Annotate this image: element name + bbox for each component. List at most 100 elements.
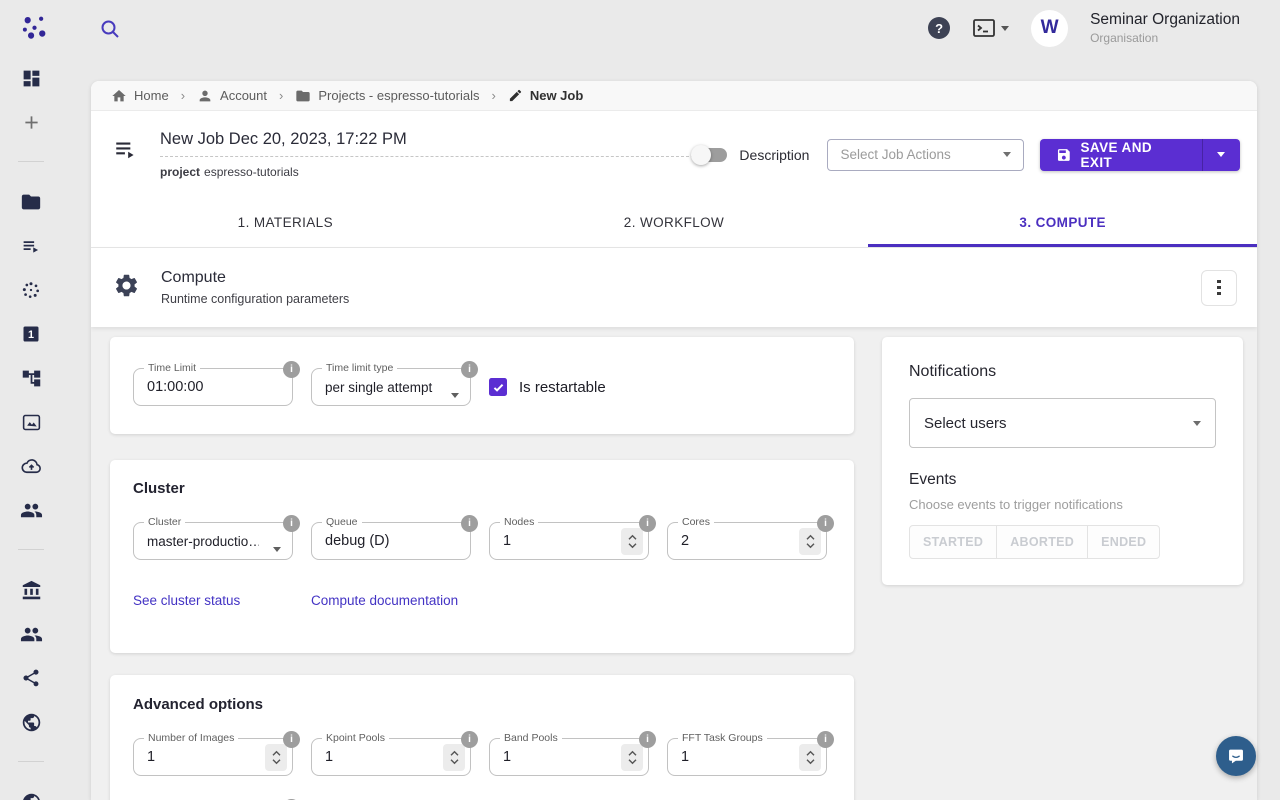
info-icon[interactable]: i <box>461 731 478 748</box>
number-stepper[interactable] <box>621 528 643 555</box>
cluster-status-link[interactable]: See cluster status <box>133 593 311 608</box>
event-aborted-button[interactable]: ABORTED <box>996 525 1088 559</box>
tab-materials[interactable]: 1. MATERIALS <box>91 198 480 247</box>
cluster-heading: Cluster <box>133 480 854 497</box>
breadcrumb-label: New Job <box>530 88 583 103</box>
sidebar-item-images[interactable] <box>0 400 62 444</box>
home-icon <box>111 88 127 104</box>
chevron-down-icon <box>451 385 459 403</box>
info-icon[interactable]: i <box>817 731 834 748</box>
folder-icon <box>295 88 311 104</box>
info-icon[interactable]: i <box>639 731 656 748</box>
cluster-value: master-productio… <box>147 523 259 559</box>
tab-workflow[interactable]: 2. WORKFLOW <box>480 198 869 247</box>
save-dropdown-button[interactable] <box>1202 139 1240 171</box>
breadcrumb-projects[interactable]: Projects - espresso-tutorials <box>295 88 479 104</box>
job-title-playlist-icon <box>113 136 139 167</box>
info-icon[interactable]: i <box>817 515 834 532</box>
avatar[interactable]: W <box>1031 10 1068 47</box>
sidebar-item-cloud[interactable] <box>0 444 62 488</box>
sidebar-item-jobs[interactable] <box>0 224 62 268</box>
sidebar-item-web[interactable] <box>0 700 62 744</box>
sidebar-item-globe[interactable] <box>0 780 62 800</box>
number-stepper[interactable] <box>265 744 287 771</box>
info-icon[interactable]: i <box>283 731 300 748</box>
number-of-images-input[interactable] <box>147 739 247 775</box>
console-icon <box>972 18 996 38</box>
sidebar-item-add[interactable] <box>0 100 62 144</box>
sidebar-divider <box>18 161 44 162</box>
info-icon[interactable]: i <box>283 361 300 378</box>
org-info[interactable]: Seminar Organization Organisation <box>1090 10 1240 46</box>
time-limit-input[interactable] <box>147 369 265 405</box>
job-actions-select[interactable]: Select Job Actions <box>827 139 1023 171</box>
event-buttons-group: STARTED ABORTED ENDED <box>909 525 1160 559</box>
materials-dots-icon <box>21 280 41 300</box>
sidebar-item-users[interactable] <box>0 612 62 656</box>
kpoint-pools-field: Kpoint Pools i <box>311 738 471 776</box>
info-icon[interactable]: i <box>461 515 478 532</box>
queue-input[interactable] <box>325 523 443 559</box>
sidebar-item-team[interactable] <box>0 488 62 532</box>
compute-form-column: Time Limit i Time limit type per single … <box>110 337 854 800</box>
is-restartable-row: Is restartable <box>489 378 606 396</box>
sidebar-item-share[interactable] <box>0 656 62 700</box>
job-title-block: New Job Dec 20, 2023, 17:22 PM projectes… <box>160 130 694 179</box>
org-name: Seminar Organization <box>1090 10 1240 29</box>
svg-text:1: 1 <box>28 329 34 341</box>
sidebar-item-dashboard[interactable] <box>0 56 62 100</box>
element-one-icon: 1 <box>21 324 41 344</box>
chat-launcher-button[interactable] <box>1216 736 1256 776</box>
number-stepper[interactable] <box>799 744 821 771</box>
select-users-dropdown[interactable]: Select users <box>909 398 1216 448</box>
kpoint-pools-input[interactable] <box>325 739 425 775</box>
sidebar-item-projects[interactable] <box>0 180 62 224</box>
search-icon[interactable] <box>98 17 122 41</box>
band-pools-input[interactable] <box>503 739 603 775</box>
breadcrumb-home[interactable]: Home <box>111 88 169 104</box>
nodes-field: Nodes i <box>489 522 649 560</box>
save-and-exit-button[interactable]: SAVE AND EXIT <box>1040 139 1240 171</box>
event-started-button[interactable]: STARTED <box>909 525 997 559</box>
info-icon[interactable]: i <box>461 361 478 378</box>
breadcrumb-account[interactable]: Account <box>197 88 267 104</box>
fft-task-groups-input[interactable] <box>681 739 781 775</box>
number-stepper[interactable] <box>443 744 465 771</box>
sidebar-item-materials[interactable] <box>0 268 62 312</box>
compute-section-titles: Compute Runtime configuration parameters <box>161 269 349 306</box>
top-bar: ? W Seminar Organization Organisation <box>0 0 1280 56</box>
globe-icon <box>21 792 42 800</box>
gear-icon <box>113 272 140 304</box>
edit-icon <box>508 88 523 103</box>
info-icon[interactable]: i <box>639 515 656 532</box>
info-icon[interactable]: i <box>283 515 300 532</box>
breadcrumb-new-job[interactable]: New Job <box>508 88 583 103</box>
notifications-heading: Notifications <box>909 363 1216 381</box>
app-logo-icon[interactable] <box>20 13 50 43</box>
add-icon <box>21 112 42 133</box>
description-toggle[interactable] <box>694 148 727 162</box>
folder-icon <box>20 191 42 213</box>
section-menu-button[interactable] <box>1201 270 1237 306</box>
cores-input[interactable] <box>681 523 781 559</box>
person-icon <box>197 88 213 104</box>
chat-icon <box>1225 745 1247 767</box>
time-limit-field: Time Limit i <box>133 368 293 406</box>
advanced-options-card: Advanced options Number of Images i Kpoi… <box>110 675 854 800</box>
sidebar-item-bank[interactable] <box>0 568 62 612</box>
console-menu[interactable] <box>972 18 1009 38</box>
sidebar-item-workflows[interactable] <box>0 356 62 400</box>
number-stepper[interactable] <box>621 744 643 771</box>
help-icon[interactable]: ? <box>928 17 950 39</box>
compute-documentation-link[interactable]: Compute documentation <box>311 593 458 608</box>
nodes-input[interactable] <box>503 523 603 559</box>
cluster-select[interactable]: Cluster master-productio… i <box>133 522 293 560</box>
time-limit-type-select[interactable]: Time limit type per single attempt i <box>311 368 471 406</box>
is-restartable-checkbox[interactable] <box>489 378 507 396</box>
job-title-input[interactable]: New Job Dec 20, 2023, 17:22 PM <box>160 130 694 157</box>
sidebar-item-element[interactable]: 1 <box>0 312 62 356</box>
event-ended-button[interactable]: ENDED <box>1087 525 1160 559</box>
tab-compute[interactable]: 3. COMPUTE <box>868 198 1257 247</box>
jobs-playlist-icon <box>21 236 42 257</box>
number-stepper[interactable] <box>799 528 821 555</box>
